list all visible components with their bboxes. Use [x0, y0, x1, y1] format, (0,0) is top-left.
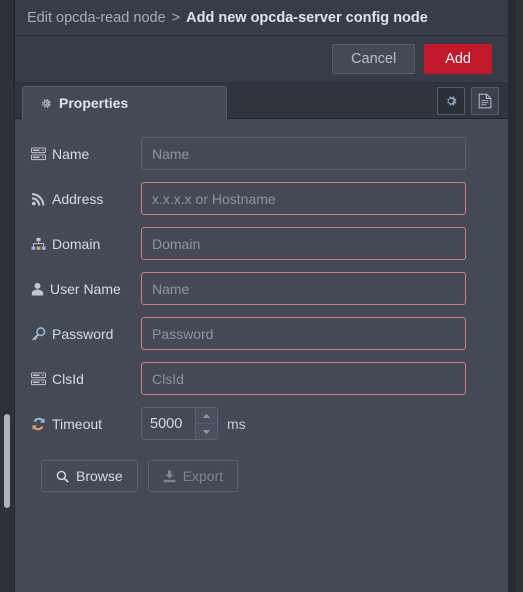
tab-properties-label: Properties — [59, 95, 129, 111]
form-row-username: User Name — [15, 272, 508, 305]
dialog-action-bar: Cancel Add — [15, 36, 508, 83]
sitemap-icon — [31, 237, 46, 251]
form-row-name: Name — [15, 137, 508, 170]
description-icon — [478, 93, 492, 109]
label-password: Password — [31, 326, 141, 342]
address-input[interactable] — [141, 182, 466, 215]
key-icon — [31, 326, 46, 341]
tool-gear-button[interactable] — [437, 87, 465, 115]
stepper-decrement-button[interactable] — [196, 423, 217, 439]
form-row-clsid: ClsId — [15, 362, 508, 395]
browse-button[interactable]: Browse — [41, 460, 138, 492]
label-username-text: User Name — [50, 280, 121, 297]
properties-form: Name Address — [15, 119, 508, 592]
password-input[interactable] — [141, 317, 466, 350]
label-name-text: Name — [52, 145, 90, 162]
timeout-stepper[interactable] — [141, 407, 218, 440]
breadcrumb-previous[interactable]: Edit opcda-read node — [27, 10, 166, 26]
stepper-buttons — [195, 408, 217, 439]
vertical-scrollbar[interactable] — [4, 414, 10, 508]
tab-strip: Properties — [15, 83, 508, 119]
label-password-text: Password — [52, 325, 114, 342]
form-row-timeout: Timeout 5000 ms — [15, 407, 508, 440]
label-timeout-text: Timeout — [52, 415, 103, 432]
stepper-increment-button[interactable] — [196, 408, 217, 423]
tab-tools — [437, 87, 499, 115]
export-button-label: Export — [182, 468, 224, 484]
dialog-body: Edit opcda-read node > Add new opcda-ser… — [14, 0, 508, 592]
label-clsid-text: ClsId — [52, 370, 84, 387]
tab-properties[interactable]: Properties — [22, 86, 227, 119]
server-icon — [31, 146, 46, 161]
domain-input[interactable] — [141, 227, 466, 260]
gear-icon — [39, 97, 52, 110]
tool-description-button[interactable] — [471, 87, 499, 115]
gear-icon — [444, 94, 458, 108]
config-node-dialog: Edit opcda-read node > Add new opcda-ser… — [0, 0, 523, 592]
label-domain: Domain — [31, 236, 141, 252]
download-icon — [163, 470, 176, 483]
cancel-button[interactable]: Cancel — [332, 44, 416, 74]
chevron-down-icon — [202, 429, 211, 435]
form-row-domain: Domain — [15, 227, 508, 260]
label-domain-text: Domain — [52, 235, 101, 252]
label-clsid: ClsId — [31, 371, 141, 387]
label-username: User Name — [31, 281, 141, 297]
signal-icon — [31, 192, 46, 206]
username-input[interactable] — [141, 272, 466, 305]
chevron-up-icon — [202, 413, 211, 419]
label-timeout: Timeout — [31, 416, 141, 432]
label-name: Name — [31, 146, 141, 162]
refresh-icon — [31, 417, 46, 431]
export-button[interactable]: Export — [147, 460, 239, 492]
breadcrumb-separator: > — [171, 9, 181, 26]
label-address: Address — [31, 191, 141, 207]
timeout-control: ms — [141, 407, 246, 440]
right-edge-inner — [508, 0, 516, 592]
browse-button-label: Browse — [76, 468, 123, 484]
right-edge-strip — [508, 0, 523, 592]
clsid-input[interactable] — [141, 362, 466, 395]
left-gutter — [0, 0, 14, 592]
form-buttons: Browse Export — [15, 460, 508, 492]
breadcrumb: Edit opcda-read node > Add new opcda-ser… — [15, 0, 508, 36]
add-button[interactable]: Add — [424, 44, 492, 74]
form-row-password: Password — [15, 317, 508, 350]
breadcrumb-current: Add new opcda-server config node — [186, 9, 428, 26]
user-icon — [31, 282, 44, 296]
server-icon — [31, 371, 46, 386]
search-icon — [56, 470, 69, 483]
name-input[interactable] — [141, 137, 466, 170]
timeout-unit: ms — [227, 415, 246, 432]
label-address-text: Address — [52, 190, 104, 207]
timeout-input[interactable] — [142, 408, 195, 439]
form-row-address: Address — [15, 182, 508, 215]
